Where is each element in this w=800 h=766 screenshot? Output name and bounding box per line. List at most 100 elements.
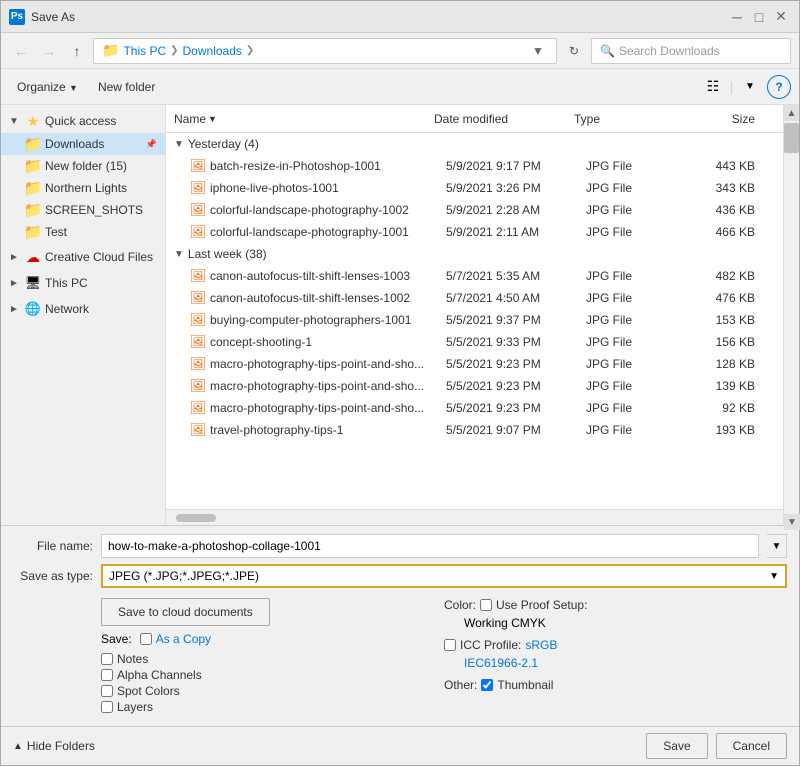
notes-checkbox[interactable] (101, 653, 113, 665)
alpha-channels-checkbox[interactable] (101, 669, 113, 681)
new-folder-button[interactable]: New folder (90, 74, 163, 100)
search-bar[interactable]: 🔍 Search Downloads (591, 38, 791, 64)
save-type-select[interactable]: JPEG (*.JPG;*.JPEG;*.JPE) ▼ (101, 564, 787, 588)
icc-profile-value-link[interactable]: IEC61966-2.1 (464, 656, 538, 670)
creative-cloud-section: ► ☁ Creative Cloud Files (1, 245, 165, 269)
file-list: ▼ Yesterday (4) 🖼 batch-resize-in-Photos… (166, 133, 783, 509)
save-to-cloud-button[interactable]: Save to cloud documents (101, 598, 270, 626)
test-folder-icon: 📁 (25, 224, 41, 240)
proof-setup-checkbox[interactable] (480, 599, 492, 611)
table-row[interactable]: 🖼 macro-photography-tips-point-and-sho..… (166, 375, 783, 397)
help-button[interactable]: ? (767, 75, 791, 99)
file-name-dropdown-button[interactable]: ▼ (767, 534, 787, 558)
table-row[interactable]: 🖼 canon-autofocus-tilt-shift-lenses-1003… (166, 265, 783, 287)
path-dropdown-arrow[interactable]: ▼ (532, 44, 548, 58)
sidebar-item-northern-lights[interactable]: 📁 Northern Lights (1, 177, 165, 199)
table-row[interactable]: 🖼 colorful-landscape-photography-1001 5/… (166, 221, 783, 243)
col-size-header[interactable]: Size (674, 112, 775, 126)
col-name-header[interactable]: Name ▼ (174, 112, 434, 126)
table-row[interactable]: 🖼 buying-computer-photographers-1001 5/5… (166, 309, 783, 331)
network-header[interactable]: ► 🌐 Network (1, 297, 165, 321)
northern-lights-icon: 📁 (25, 180, 41, 196)
view-button[interactable]: ☷ (700, 74, 726, 100)
cancel-button[interactable]: Cancel (716, 733, 787, 759)
proof-setup-checkbox-label[interactable]: Color: Use Proof Setup: (444, 598, 587, 612)
table-row[interactable]: 🖼 travel-photography-tips-1 5/5/2021 9:0… (166, 419, 783, 441)
file-name-row: File name: ▼ (13, 534, 787, 558)
layers-checkbox[interactable] (101, 701, 113, 713)
main-area: ▼ ★ Quick access 📁 Downloads 📌 📁 New fol… (1, 105, 799, 525)
organize-button[interactable]: Organize ▼ (9, 74, 86, 100)
sidebar-item-screen-shots[interactable]: 📁 SCREEN_SHOTS (1, 199, 165, 221)
yesterday-chevron-icon: ▼ (174, 139, 184, 150)
spot-colors-checkbox-label[interactable]: Spot Colors (101, 684, 436, 698)
col-type-header[interactable]: Type (574, 112, 674, 126)
sidebar-item-new-folder-label: New folder (15) (45, 159, 157, 173)
as-copy-checkbox[interactable] (140, 633, 152, 645)
file-size-cell: 92 KB (686, 401, 775, 415)
up-button[interactable]: ↑ (65, 39, 89, 63)
icc-profile-checkbox-label[interactable]: ICC Profile: sRGB (444, 638, 557, 652)
close-button[interactable]: ✕ (771, 7, 791, 27)
file-name-cell: concept-shooting-1 (210, 335, 446, 349)
bottom-section: File name: ▼ Save as type: JPEG (*.JPG;*… (1, 525, 799, 726)
file-name-input[interactable] (101, 534, 759, 558)
horizontal-scrollbar[interactable] (166, 509, 783, 525)
spot-colors-checkbox[interactable] (101, 685, 113, 697)
group-header-last-week[interactable]: ▼ Last week (38) (166, 243, 783, 265)
quick-access-header[interactable]: ▼ ★ Quick access (1, 109, 165, 133)
table-row[interactable]: 🖼 macro-photography-tips-point-and-sho..… (166, 353, 783, 375)
creative-cloud-header[interactable]: ► ☁ Creative Cloud Files (1, 245, 165, 269)
table-row[interactable]: 🖼 macro-photography-tips-point-and-sho..… (166, 397, 783, 419)
hide-folders-toggle[interactable]: ▲ Hide Folders (13, 739, 95, 753)
file-date-cell: 5/5/2021 9:07 PM (446, 423, 586, 437)
table-row[interactable]: 🖼 canon-autofocus-tilt-shift-lenses-1002… (166, 287, 783, 309)
quick-access-label: Quick access (45, 114, 116, 128)
path-segment-downloads[interactable]: Downloads ❯ (183, 44, 255, 58)
save-type-value: JPEG (*.JPG;*.JPEG;*.JPE) (109, 569, 259, 583)
jpg-file-icon: 🖼 (190, 290, 206, 306)
maximize-button[interactable]: □ (749, 7, 769, 27)
this-pc-chevron: ► (9, 278, 21, 289)
path-chevron-1: ❯ (170, 45, 178, 56)
table-row[interactable]: 🖼 concept-shooting-1 5/5/2021 9:33 PM JP… (166, 331, 783, 353)
table-row[interactable]: 🖼 colorful-landscape-photography-1002 5/… (166, 199, 783, 221)
sidebar-item-test[interactable]: 📁 Test (1, 221, 165, 243)
file-date-cell: 5/9/2021 3:26 PM (446, 181, 586, 195)
vertical-scrollbar[interactable]: ▲ ▼ (783, 105, 799, 525)
sidebar-item-new-folder[interactable]: 📁 New folder (15) (1, 155, 165, 177)
this-pc-header[interactable]: ► 🖥 This PC (1, 271, 165, 295)
thumbnail-checkbox[interactable] (481, 679, 493, 691)
file-size-cell: 466 KB (686, 225, 775, 239)
jpg-file-icon: 🖼 (190, 312, 206, 328)
icc-profile-checkbox[interactable] (444, 639, 456, 651)
last-week-chevron-icon: ▼ (174, 249, 184, 260)
notes-checkbox-label[interactable]: Notes (101, 652, 436, 666)
alpha-channels-checkbox-label[interactable]: Alpha Channels (101, 668, 436, 682)
icc-profile-link[interactable]: sRGB (525, 638, 557, 652)
col-date-header[interactable]: Date modified (434, 112, 574, 126)
sidebar-item-downloads-label: Downloads (45, 137, 142, 151)
minimize-button[interactable]: ─ (727, 7, 747, 27)
thumbnail-checkbox-label[interactable]: Other: Thumbnail (444, 678, 553, 692)
save-button[interactable]: Save (646, 733, 707, 759)
as-copy-checkbox-label[interactable]: As a Copy (140, 632, 211, 646)
table-row[interactable]: 🖼 batch-resize-in-Photoshop-1001 5/9/202… (166, 155, 783, 177)
table-row[interactable]: 🖼 iphone-live-photos-1001 5/9/2021 3:26 … (166, 177, 783, 199)
jpg-file-icon: 🖼 (190, 356, 206, 372)
back-button[interactable]: ← (9, 39, 33, 63)
path-segment-this-pc[interactable]: This PC ❯ (123, 44, 178, 58)
view-options-button[interactable]: ▼ (737, 74, 763, 100)
path-bar[interactable]: 📁 This PC ❯ Downloads ❯ ▼ (93, 38, 557, 64)
creative-cloud-icon: ☁ (25, 249, 41, 265)
alpha-channels-label: Alpha Channels (117, 668, 202, 682)
file-date-cell: 5/5/2021 9:23 PM (446, 401, 586, 415)
layers-checkbox-label[interactable]: Layers (101, 700, 436, 714)
layers-label: Layers (117, 700, 153, 714)
refresh-button[interactable]: ↻ (561, 38, 587, 64)
file-date-cell: 5/9/2021 9:17 PM (446, 159, 586, 173)
sidebar-item-downloads[interactable]: 📁 Downloads 📌 (1, 133, 165, 155)
h-scroll-thumb[interactable] (176, 514, 216, 522)
group-header-yesterday[interactable]: ▼ Yesterday (4) (166, 133, 783, 155)
forward-button[interactable]: → (37, 39, 61, 63)
